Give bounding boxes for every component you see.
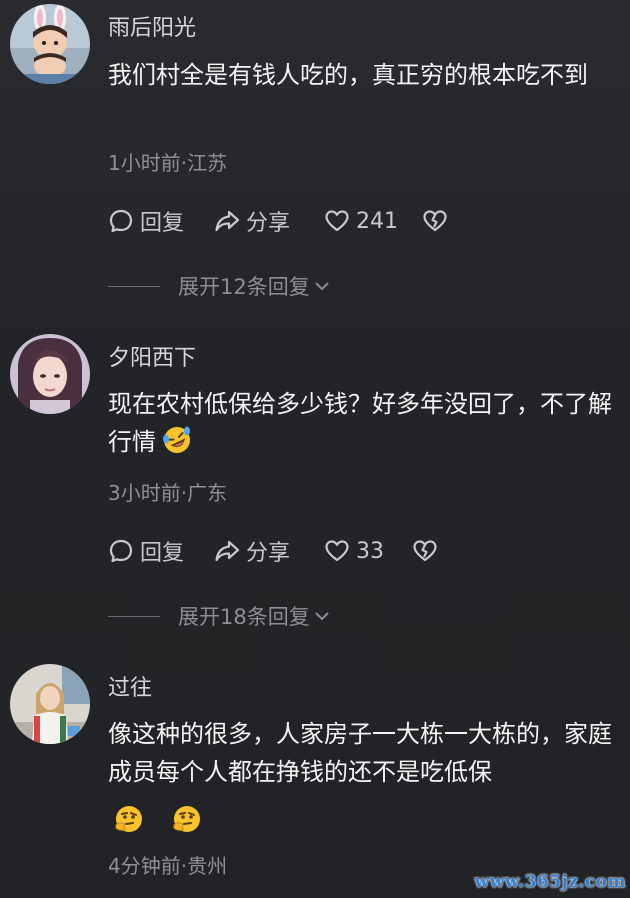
rofl-emoji-icon <box>163 426 190 453</box>
expand-replies-label: 展开12条回复 <box>178 275 310 299</box>
reply-icon <box>109 209 133 233</box>
like-button[interactable]: 241 <box>324 206 398 236</box>
dislike-button[interactable] <box>412 536 444 566</box>
share-button[interactable]: 分享 <box>214 536 290 566</box>
comment-text: 像这种的很多，人家房子一大栋一大栋的，家庭成员每个人都在挣钱的还不是吃低保 <box>108 720 612 786</box>
heart-icon <box>325 540 349 562</box>
reply-label: 回复 <box>140 211 185 236</box>
expand-replies-button[interactable]: 展开12条回复 <box>108 272 332 300</box>
like-button[interactable]: 33 <box>324 536 384 566</box>
share-button[interactable]: 分享 <box>214 206 290 236</box>
reply-label: 回复 <box>140 541 185 566</box>
like-count: 241 <box>356 208 398 234</box>
reply-button[interactable]: 回复 <box>108 206 184 236</box>
thinking-emoji-icon <box>115 806 142 832</box>
comment-actions: 回复 分享 33 <box>108 536 528 566</box>
comment-text: 现在农村低保给多少钱？好多年没回了，不了解行情 <box>108 385 613 461</box>
broken-heart-icon <box>423 210 447 232</box>
comment-actions: 回复 分享 241 <box>108 206 528 236</box>
broken-heart-icon <box>413 540 437 562</box>
comment-meta: 4分钟前·贵州 <box>108 854 228 878</box>
avatar[interactable] <box>10 664 90 744</box>
thinking-emoji-icon <box>173 806 200 832</box>
comment-meta: 3小时前·广东 <box>108 481 228 505</box>
divider-line <box>108 615 160 617</box>
share-label: 分享 <box>246 211 291 236</box>
heart-icon <box>325 210 349 232</box>
comment-text: 我们村全是有钱人吃的，真正穷的根本吃不到 <box>108 61 588 89</box>
reply-button[interactable]: 回复 <box>108 536 184 566</box>
comment-username[interactable]: 夕阳西下 <box>108 340 196 372</box>
share-label: 分享 <box>246 541 291 566</box>
dislike-button[interactable] <box>422 206 454 236</box>
watermark: www.365jz.com <box>474 872 626 892</box>
like-count: 33 <box>356 538 384 564</box>
comment-username[interactable]: 过往 <box>108 670 152 702</box>
comment-list: 雨后阳光 我们村全是有钱人吃的，真正穷的根本吃不到 1小时前·江苏 回复 分享 … <box>0 0 630 898</box>
expand-replies-label: 展开18条回复 <box>178 605 310 629</box>
reply-icon <box>109 539 133 563</box>
chevron-down-icon <box>315 612 329 621</box>
avatar[interactable] <box>10 334 90 414</box>
chevron-down-icon <box>315 282 329 291</box>
share-icon <box>215 540 240 562</box>
divider-line <box>108 285 160 287</box>
avatar[interactable] <box>10 4 90 84</box>
expand-replies-button[interactable]: 展开18条回复 <box>108 602 332 630</box>
comment-username[interactable]: 雨后阳光 <box>108 10 196 42</box>
share-icon <box>215 210 240 232</box>
comment-meta: 1小时前·江苏 <box>108 151 228 175</box>
comment-emoji-line <box>108 802 613 840</box>
